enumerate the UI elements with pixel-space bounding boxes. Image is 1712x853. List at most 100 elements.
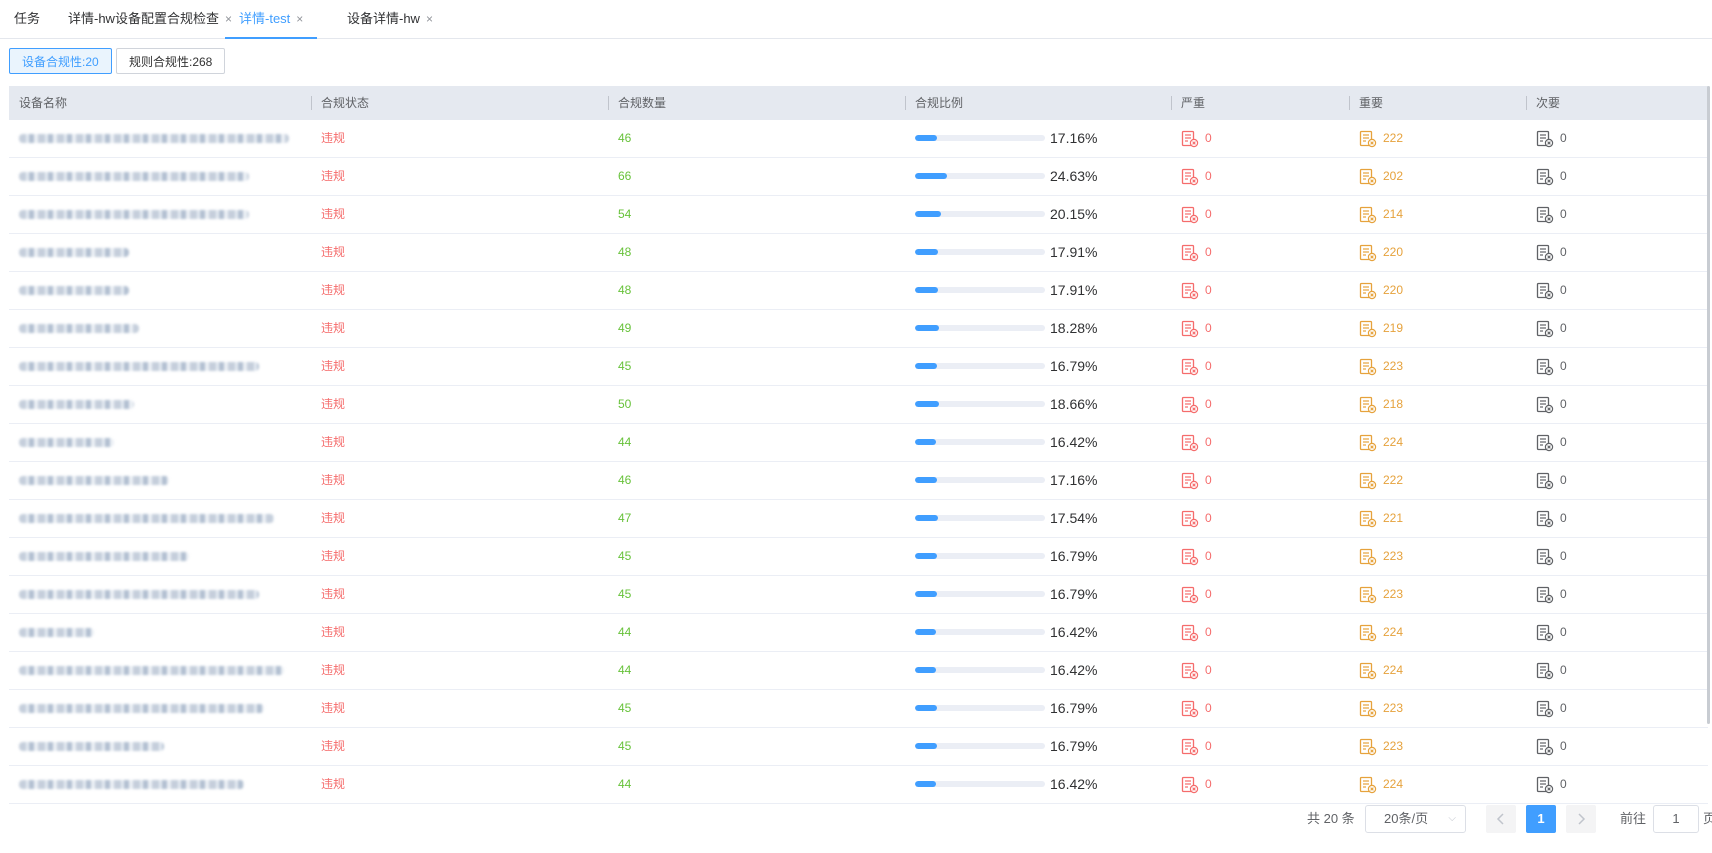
column-header-minor[interactable]: 次要: [1526, 86, 1560, 120]
device-name-cell[interactable]: [9, 310, 309, 347]
critical-cell[interactable]: 0: [1181, 310, 1212, 347]
minor-cell[interactable]: 0: [1536, 424, 1567, 461]
table-row[interactable]: 违规 45 16.79% 0 223 0: [9, 348, 1708, 386]
vertical-scrollbar[interactable]: [1707, 86, 1710, 724]
minor-cell[interactable]: 0: [1536, 196, 1567, 233]
major-cell[interactable]: 220: [1359, 272, 1403, 309]
close-icon[interactable]: ×: [296, 12, 303, 26]
goto-page-input[interactable]: 1: [1653, 805, 1699, 833]
critical-cell[interactable]: 0: [1181, 538, 1212, 575]
column-header-device-name[interactable]: 设备名称: [19, 86, 67, 120]
minor-cell[interactable]: 0: [1536, 766, 1567, 803]
critical-cell[interactable]: 0: [1181, 690, 1212, 727]
tab-tasks[interactable]: 任务: [14, 0, 40, 38]
critical-cell[interactable]: 0: [1181, 766, 1212, 803]
device-name-cell[interactable]: [9, 234, 309, 271]
major-cell[interactable]: 223: [1359, 690, 1403, 727]
table-row[interactable]: 违规 66 24.63% 0 202 0: [9, 158, 1708, 196]
critical-cell[interactable]: 0: [1181, 424, 1212, 461]
table-row[interactable]: 违规 46 17.16% 0 222 0: [9, 462, 1708, 500]
major-cell[interactable]: 224: [1359, 424, 1403, 461]
column-header-status[interactable]: 合规状态: [311, 86, 369, 120]
device-name-cell[interactable]: [9, 690, 309, 727]
device-name-cell[interactable]: [9, 424, 309, 461]
major-cell[interactable]: 224: [1359, 652, 1403, 689]
critical-cell[interactable]: 0: [1181, 576, 1212, 613]
tab-hw-config-check-detail[interactable]: 详情-hw设备配置合规检查 ×: [68, 0, 232, 38]
device-name-cell[interactable]: [9, 728, 309, 765]
device-compliance-button[interactable]: 设备合规性:20: [9, 48, 112, 74]
minor-cell[interactable]: 0: [1536, 576, 1567, 613]
tab-device-detail-hw[interactable]: 设备详情-hw ×: [347, 0, 433, 38]
page-size-select[interactable]: 20条/页 ⌵: [1365, 805, 1466, 833]
critical-cell[interactable]: 0: [1181, 120, 1212, 157]
rule-compliance-button[interactable]: 规则合规性:268: [116, 48, 226, 74]
device-name-cell[interactable]: [9, 120, 309, 157]
column-header-count[interactable]: 合规数量: [608, 86, 666, 120]
critical-cell[interactable]: 0: [1181, 462, 1212, 499]
table-row[interactable]: 违规 44 16.42% 0 224 0: [9, 614, 1708, 652]
major-cell[interactable]: 224: [1359, 766, 1403, 803]
critical-cell[interactable]: 0: [1181, 234, 1212, 271]
device-name-cell[interactable]: [9, 576, 309, 613]
minor-cell[interactable]: 0: [1536, 386, 1567, 423]
minor-cell[interactable]: 0: [1536, 614, 1567, 651]
critical-cell[interactable]: 0: [1181, 652, 1212, 689]
column-header-ratio[interactable]: 合规比例: [905, 86, 963, 120]
device-name-cell[interactable]: [9, 652, 309, 689]
minor-cell[interactable]: 0: [1536, 234, 1567, 271]
critical-cell[interactable]: 0: [1181, 500, 1212, 537]
close-icon[interactable]: ×: [426, 12, 433, 26]
device-name-cell[interactable]: [9, 158, 309, 195]
critical-cell[interactable]: 0: [1181, 728, 1212, 765]
critical-cell[interactable]: 0: [1181, 614, 1212, 651]
table-row[interactable]: 违规 45 16.79% 0 223 0: [9, 538, 1708, 576]
prev-page-button[interactable]: [1486, 805, 1516, 833]
major-cell[interactable]: 214: [1359, 196, 1403, 233]
minor-cell[interactable]: 0: [1536, 272, 1567, 309]
device-name-cell[interactable]: [9, 462, 309, 499]
device-name-cell[interactable]: [9, 500, 309, 537]
minor-cell[interactable]: 0: [1536, 158, 1567, 195]
next-page-button[interactable]: [1566, 805, 1596, 833]
table-row[interactable]: 违规 44 16.42% 0 224 0: [9, 766, 1708, 804]
table-row[interactable]: 违规 45 16.79% 0 223 0: [9, 728, 1708, 766]
device-name-cell[interactable]: [9, 386, 309, 423]
table-row[interactable]: 违规 44 16.42% 0 224 0: [9, 652, 1708, 690]
minor-cell[interactable]: 0: [1536, 462, 1567, 499]
table-row[interactable]: 违规 50 18.66% 0 218 0: [9, 386, 1708, 424]
critical-cell[interactable]: 0: [1181, 348, 1212, 385]
minor-cell[interactable]: 0: [1536, 310, 1567, 347]
major-cell[interactable]: 202: [1359, 158, 1403, 195]
device-name-cell[interactable]: [9, 766, 309, 803]
column-header-major[interactable]: 重要: [1349, 86, 1383, 120]
critical-cell[interactable]: 0: [1181, 386, 1212, 423]
major-cell[interactable]: 223: [1359, 348, 1403, 385]
minor-cell[interactable]: 0: [1536, 500, 1567, 537]
major-cell[interactable]: 222: [1359, 462, 1403, 499]
minor-cell[interactable]: 0: [1536, 538, 1567, 575]
device-name-cell[interactable]: [9, 348, 309, 385]
critical-cell[interactable]: 0: [1181, 272, 1212, 309]
table-row[interactable]: 违规 47 17.54% 0 221 0: [9, 500, 1708, 538]
minor-cell[interactable]: 0: [1536, 690, 1567, 727]
table-row[interactable]: 违规 46 17.16% 0 222 0: [9, 120, 1708, 158]
device-name-cell[interactable]: [9, 538, 309, 575]
major-cell[interactable]: 223: [1359, 576, 1403, 613]
table-row[interactable]: 违规 54 20.15% 0 214 0: [9, 196, 1708, 234]
major-cell[interactable]: 221: [1359, 500, 1403, 537]
tab-test-detail[interactable]: 详情-test ×: [225, 0, 318, 39]
table-row[interactable]: 违规 49 18.28% 0 219 0: [9, 310, 1708, 348]
table-row[interactable]: 违规 44 16.42% 0 224 0: [9, 424, 1708, 462]
table-row[interactable]: 违规 45 16.79% 0 223 0: [9, 690, 1708, 728]
minor-cell[interactable]: 0: [1536, 120, 1567, 157]
major-cell[interactable]: 223: [1359, 728, 1403, 765]
major-cell[interactable]: 222: [1359, 120, 1403, 157]
table-row[interactable]: 违规 45 16.79% 0 223 0: [9, 576, 1708, 614]
minor-cell[interactable]: 0: [1536, 652, 1567, 689]
major-cell[interactable]: 218: [1359, 386, 1403, 423]
table-row[interactable]: 违规 48 17.91% 0 220 0: [9, 234, 1708, 272]
critical-cell[interactable]: 0: [1181, 158, 1212, 195]
device-name-cell[interactable]: [9, 272, 309, 309]
minor-cell[interactable]: 0: [1536, 348, 1567, 385]
